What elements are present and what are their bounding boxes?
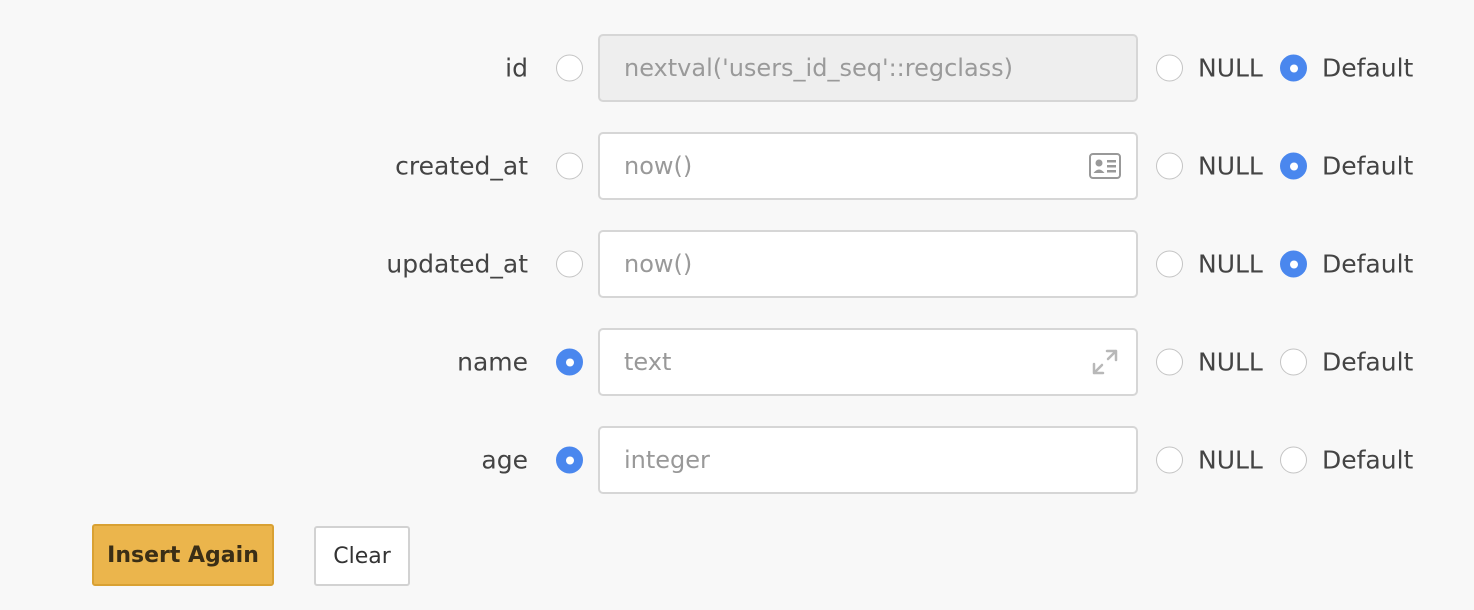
field-row-age: age NULL Default — [0, 426, 1474, 494]
default-label-created-at: Default — [1322, 151, 1414, 181]
null-label-updated-at: NULL — [1198, 249, 1263, 279]
value-input-age[interactable] — [624, 428, 1074, 492]
default-label-age: Default — [1322, 445, 1414, 475]
null-radio-name[interactable] — [1156, 348, 1183, 376]
default-radio-updated-at[interactable] — [1280, 250, 1307, 278]
value-radio-name[interactable] — [556, 348, 583, 376]
id-card-icon[interactable] — [1088, 151, 1122, 181]
field-row-name: name NULL Default — [0, 328, 1474, 396]
field-row-updated-at: updated_at NULL Default — [0, 230, 1474, 298]
value-radio-created-at[interactable] — [556, 152, 583, 180]
field-label-id: id — [505, 53, 528, 83]
field-row-created-at: created_at NULL Default — [0, 132, 1474, 200]
null-label-name: NULL — [1198, 347, 1263, 377]
input-box-name — [598, 328, 1138, 396]
value-radio-updated-at[interactable] — [556, 250, 583, 278]
default-radio-created-at[interactable] — [1280, 152, 1307, 180]
input-box-created-at — [598, 132, 1138, 200]
value-input-updated-at[interactable] — [624, 232, 1074, 296]
default-label-updated-at: Default — [1322, 249, 1414, 279]
field-label-name: name — [457, 347, 528, 377]
input-box-age — [598, 426, 1138, 494]
null-label-created-at: NULL — [1198, 151, 1263, 181]
field-label-age: age — [481, 445, 528, 475]
expand-icon[interactable] — [1088, 347, 1122, 377]
insert-again-button[interactable]: Insert Again — [92, 524, 274, 586]
null-label-age: NULL — [1198, 445, 1263, 475]
value-input-created-at[interactable] — [624, 134, 1074, 198]
value-radio-age[interactable] — [556, 446, 583, 474]
null-radio-age[interactable] — [1156, 446, 1183, 474]
input-box-id — [598, 34, 1138, 102]
field-row-id: id NULL Default — [0, 34, 1474, 102]
input-box-updated-at — [598, 230, 1138, 298]
null-label-id: NULL — [1198, 53, 1263, 83]
value-input-name[interactable] — [624, 330, 1074, 394]
null-radio-updated-at[interactable] — [1156, 250, 1183, 278]
null-radio-created-at[interactable] — [1156, 152, 1183, 180]
value-radio-id[interactable] — [556, 54, 583, 82]
null-radio-id[interactable] — [1156, 54, 1183, 82]
value-input-id[interactable] — [624, 36, 1074, 100]
field-label-updated-at: updated_at — [386, 249, 528, 279]
clear-button[interactable]: Clear — [314, 526, 410, 586]
default-radio-age[interactable] — [1280, 446, 1307, 474]
default-label-id: Default — [1322, 53, 1414, 83]
default-label-name: Default — [1322, 347, 1414, 377]
default-radio-id[interactable] — [1280, 54, 1307, 82]
field-label-created-at: created_at — [395, 151, 528, 181]
default-radio-name[interactable] — [1280, 348, 1307, 376]
